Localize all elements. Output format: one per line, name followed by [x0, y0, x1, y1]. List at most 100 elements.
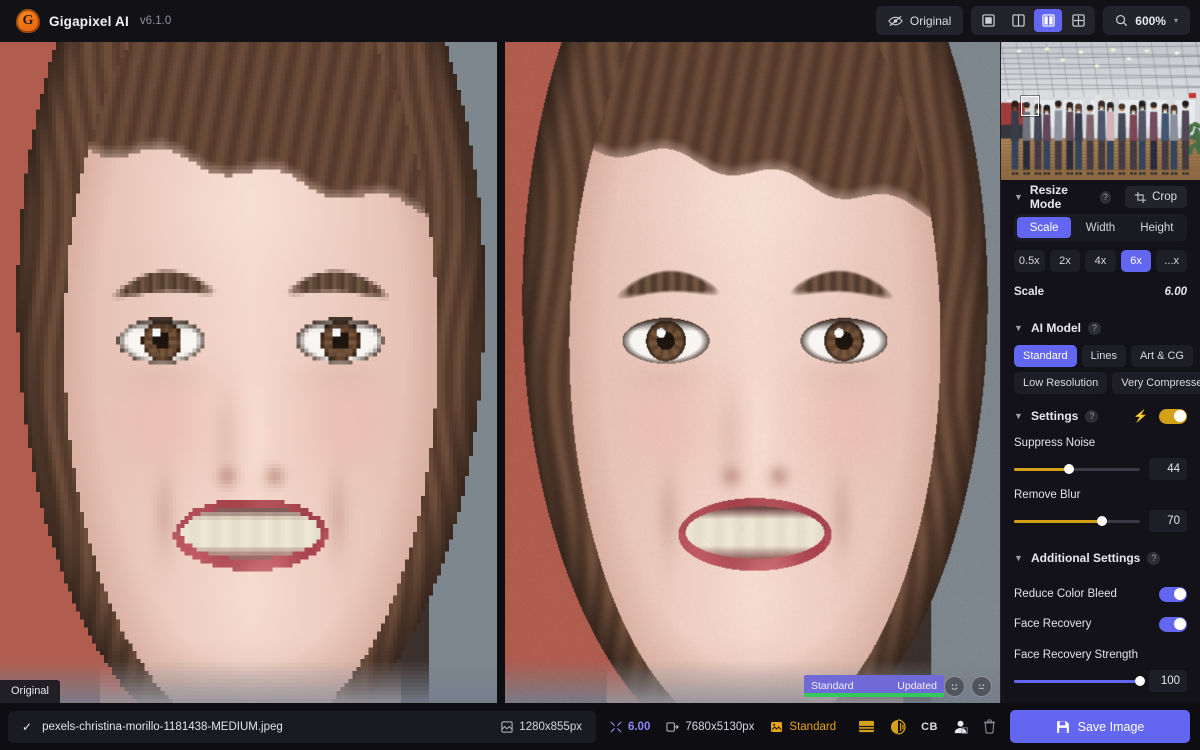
file-entry[interactable]: ✓ pexels-christina-morillo-1181438-MEDIU… [8, 711, 596, 743]
status-badge-state: Updated [897, 680, 937, 692]
scale-label: Scale [1014, 286, 1044, 298]
view-mode-segment [971, 6, 1095, 35]
model-very-compressed[interactable]: Very Compressed [1112, 372, 1200, 394]
neutral-face-button[interactable] [971, 676, 992, 697]
resize-mode-title: Resize Mode [1030, 183, 1093, 211]
export-icon [666, 721, 679, 733]
output-model: Standard [770, 721, 836, 733]
chevron-down-icon[interactable]: ▾ [1174, 16, 1178, 25]
remove-blur-label: Remove Blur [1014, 489, 1187, 501]
face-recovery-strength-value[interactable]: 100 [1149, 670, 1187, 692]
output-dimensions-value: 7680x5130px [685, 721, 754, 733]
save-image-label: Save Image [1078, 720, 1145, 734]
logo-letter: G [23, 13, 34, 29]
additional-settings-header[interactable]: ▼ Additional Settings ? [1014, 541, 1187, 575]
tab-height[interactable]: Height [1130, 217, 1184, 238]
ai-model-row-1: Standard Lines Art & CG [1014, 345, 1187, 367]
original-toggle-button[interactable]: Original [876, 6, 963, 35]
original-pane-badge: Original [0, 680, 60, 703]
app-brand: G Gigapixel AI v6.1.0 [10, 9, 171, 33]
face-recovery-strength-handle[interactable] [1135, 676, 1145, 686]
auto-settings-toggle[interactable] [1159, 409, 1187, 424]
reduce-color-bleed-row: Reduce Color Bleed [1014, 581, 1187, 607]
suppress-noise-handle[interactable] [1064, 464, 1074, 474]
remove-blur-slider[interactable] [1014, 520, 1140, 523]
help-icon[interactable]: ? [1147, 552, 1160, 565]
status-icon-group: CB [858, 719, 1002, 735]
crop-button[interactable]: Crop [1125, 186, 1187, 208]
help-icon[interactable]: ? [1100, 191, 1111, 204]
additional-settings-title: Additional Settings [1031, 551, 1140, 565]
reduce-color-bleed-label: Reduce Color Bleed [1014, 588, 1117, 600]
view-mode-side-by-side[interactable] [1034, 9, 1062, 32]
scale-preset-6x[interactable]: 6x [1121, 250, 1152, 272]
suppress-noise-slider[interactable] [1014, 468, 1140, 471]
resize-icon [610, 721, 622, 733]
settings-header[interactable]: ▼ Settings ? ⚡ [1014, 399, 1187, 433]
happy-face-button[interactable] [944, 676, 965, 697]
model-standard[interactable]: Standard [1014, 345, 1077, 367]
model-lines[interactable]: Lines [1082, 345, 1126, 367]
color-bleed-label[interactable]: CB [921, 721, 938, 733]
tab-width[interactable]: Width [1073, 217, 1127, 238]
face-recovery-strength-label: Face Recovery Strength [1014, 649, 1187, 661]
suppress-noise-slider-block: Suppress Noise 44 [1014, 437, 1187, 480]
remove-blur-value[interactable]: 70 [1149, 510, 1187, 532]
chevron-down-icon[interactable]: ▼ [1014, 192, 1023, 202]
navigator-thumbnail[interactable] [1001, 42, 1200, 180]
original-preview-pane[interactable]: Original [0, 42, 497, 703]
resize-mode-header[interactable]: ▼ Resize Mode ? Crop [1014, 180, 1187, 214]
chevron-down-icon[interactable]: ▼ [1014, 553, 1024, 563]
chevron-down-icon[interactable]: ▼ [1014, 411, 1024, 421]
enhanced-preview-pane[interactable]: Standard Updated [505, 42, 1000, 703]
checkmark-icon: ✓ [22, 720, 32, 734]
scale-preset-4x[interactable]: 4x [1085, 250, 1116, 272]
contrast-icon[interactable] [890, 719, 906, 735]
feedback-buttons [944, 676, 992, 697]
ai-model-header[interactable]: ▼ AI Model ? [1014, 311, 1187, 345]
pane-divider[interactable] [497, 42, 505, 703]
tab-scale[interactable]: Scale [1017, 217, 1071, 238]
ai-model-row-2: Low Resolution Very Compressed [1014, 372, 1187, 394]
scale-preset-custom[interactable]: ...x [1156, 250, 1187, 272]
face-recovery-label: Face Recovery [1014, 618, 1091, 630]
delete-icon[interactable] [983, 719, 996, 734]
preview-area: Original Standard Updated [0, 42, 1000, 703]
help-icon[interactable]: ? [1088, 322, 1101, 335]
model-low-resolution[interactable]: Low Resolution [1014, 372, 1107, 394]
face-recovery-strength-slider[interactable] [1014, 680, 1140, 683]
status-badge-model: Standard [811, 680, 854, 692]
image-size-icon [501, 721, 513, 733]
navigator-viewport-indicator[interactable] [1021, 96, 1039, 116]
settings-panel: ▼ Resize Mode ? Crop Scale Width Height [1001, 180, 1200, 703]
status-bar: ✓ pexels-christina-morillo-1181438-MEDIU… [0, 703, 1200, 750]
resize-mode-tabs: Scale Width Height [1014, 214, 1187, 241]
app-title: Gigapixel AI [49, 14, 129, 29]
eye-slash-icon [888, 15, 903, 27]
reduce-color-bleed-toggle[interactable] [1159, 587, 1187, 602]
settings-title: Settings [1031, 409, 1078, 423]
remove-blur-slider-block: Remove Blur 70 [1014, 489, 1187, 532]
model-art-and-cg[interactable]: Art & CG [1131, 345, 1193, 367]
enhanced-image [505, 42, 1000, 703]
suppress-noise-value[interactable]: 44 [1149, 458, 1187, 480]
app-version: v6.1.0 [140, 15, 171, 27]
zoom-control[interactable]: 600% ▾ [1103, 6, 1190, 35]
save-image-button[interactable]: Save Image [1010, 710, 1190, 743]
ai-model-title: AI Model [1031, 321, 1081, 335]
scale-preset-0-5x[interactable]: 0.5x [1014, 250, 1045, 272]
scale-preset-2x[interactable]: 2x [1050, 250, 1081, 272]
view-mode-grid[interactable] [1064, 9, 1092, 32]
view-mode-split[interactable] [1004, 9, 1032, 32]
crop-icon [1135, 192, 1146, 203]
help-icon[interactable]: ? [1085, 410, 1098, 423]
file-name: pexels-christina-morillo-1181438-MEDIUM.… [42, 721, 283, 733]
layers-icon[interactable] [858, 719, 875, 734]
gigapixel-app-window: G Gigapixel AI v6.1.0 Original [0, 0, 1200, 750]
view-mode-single[interactable] [974, 9, 1002, 32]
scale-value[interactable]: 6.00 [1165, 286, 1187, 298]
chevron-down-icon[interactable]: ▼ [1014, 323, 1024, 333]
face-recovery-toggle[interactable] [1159, 617, 1187, 632]
remove-blur-handle[interactable] [1097, 516, 1107, 526]
face-recovery-icon[interactable] [953, 719, 968, 734]
